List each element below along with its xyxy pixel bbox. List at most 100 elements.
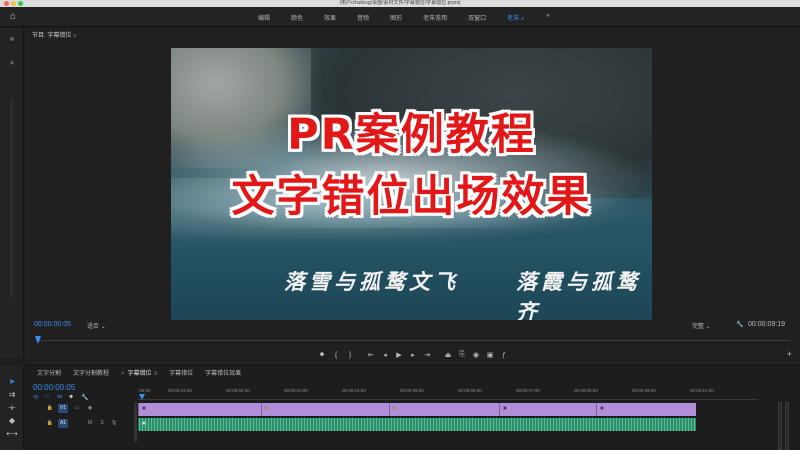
add-marker-icon[interactable]: ⬥: [315, 351, 329, 359]
ruler-tick-6: 00:00:06:00: [458, 388, 482, 393]
wrench-icon[interactable]: 🔧: [736, 321, 743, 328]
workspace-tab-effects[interactable]: 效果: [324, 13, 336, 22]
wrench-icon[interactable]: 🔧: [81, 394, 93, 401]
video-clip[interactable]: ▣: [138, 403, 261, 416]
fx-badge-icon: ■: [265, 405, 268, 410]
nest-icon[interactable]: ⟲: [33, 394, 45, 401]
transport-controls: ⬥ { } ⇤ ◂ ▶ ▸ ⇥ ⏏ ⎘ ◉ ▣ ƒ: [315, 349, 511, 361]
monitor-scrubber[interactable]: [35, 336, 790, 344]
sequence-tab-text-split[interactable]: 文字分割: [37, 368, 61, 377]
workspace-tab-graphics[interactable]: 图形: [390, 13, 402, 22]
monitor-controls: 00:00:00:05 适合 ⌄ 完整 ⌄ 🔧 00:00:09:19: [25, 320, 800, 334]
left-panel-strip: » ⌕: [0, 28, 24, 358]
video-preview[interactable]: PR案例教程 文字错位出场效果 落雪与孤鹜文飞 落霞与孤鹜齐: [171, 48, 652, 320]
timeline-panel: 文字分割 文字分割教程 × 字幕错位 ≡ 字幕错位 字幕错位效果 00:00:00:…: [25, 365, 800, 450]
ruler-tick-0: :00:00: [138, 388, 151, 393]
more-workspaces-button[interactable]: »: [546, 13, 549, 19]
play-icon[interactable]: ▶: [392, 351, 406, 359]
timeline-ruler[interactable]: :00:00 00:00:01:00 00:00:02:00 00:00:03:…: [138, 388, 758, 400]
fx-badge-icon: ▣: [503, 405, 507, 410]
workspace-tab-color[interactable]: 颜色: [291, 13, 303, 22]
workspace-tabs: 编辑 颜色 效果 音频 图形 老朱常用 双窗口 老朱 ≡: [258, 7, 545, 27]
tools-panel: ➤ ⇉ ⟛ ◆ ⟷: [0, 365, 24, 450]
lift-icon[interactable]: ⏏: [441, 351, 455, 359]
eye-icon[interactable]: ◉: [85, 404, 95, 413]
fx-badge-icon: ▣: [142, 405, 146, 410]
solo-button[interactable]: S: [97, 419, 107, 428]
subtitle-right: 落霞与孤鹜齐: [516, 269, 641, 320]
ruler-tick-5: 00:00:05:00: [400, 388, 424, 393]
workspace-tab-laozhu[interactable]: 老朱 ≡: [507, 13, 524, 22]
snap-magnet-icon[interactable]: ∩: [45, 394, 57, 401]
selection-tool-icon[interactable]: ➤: [6, 377, 18, 386]
workspace-tab-laozhu-label: 老朱: [507, 15, 520, 22]
ruler-tick-7: 00:00:07:00: [516, 388, 540, 393]
mark-in-icon[interactable]: {: [329, 352, 343, 359]
video-clip[interactable]: ■: [389, 403, 499, 416]
sequence-tab-text-split-tutorial[interactable]: 文字分割教程: [73, 368, 109, 377]
timeline-timecode[interactable]: 00:00:00:05: [33, 383, 75, 392]
sync-lock-icon[interactable]: ▭: [72, 404, 82, 413]
fx-icon[interactable]: ƒ: [497, 352, 511, 359]
go-to-in-icon[interactable]: ⇤: [364, 351, 378, 359]
timeline-sequence-tabs: 文字分割 文字分割教程 × 字幕错位 ≡ 字幕错位 字幕错位效果: [25, 366, 800, 378]
zoom-fit-select[interactable]: 适合 ⌄: [87, 321, 106, 330]
tab-menu-icon[interactable]: ≡: [154, 371, 158, 377]
search-icon[interactable]: ⌕: [6, 58, 18, 68]
track-header-v1: 🔒 V1 ▭ ◉: [25, 402, 138, 416]
workspace-tab-edit[interactable]: 编辑: [258, 13, 270, 22]
monitor-timecode-duration: 00:00:09:19: [748, 321, 785, 328]
add-marker-icon[interactable]: ⬥: [69, 394, 81, 401]
ruler-tick-3: 00:00:03:00: [284, 388, 308, 393]
close-tab-icon[interactable]: ×: [121, 371, 125, 377]
ruler-tick-10: 00:00:10:00: [690, 388, 714, 393]
lock-icon[interactable]: 🔒: [45, 404, 55, 413]
track-select-tool-icon[interactable]: ⇉: [6, 390, 18, 399]
program-monitor: 节目: 字幕错位 ≡ PR案例教程 文字错位出场效果 落雪与孤鹜文飞 落霞与孤鹜齐…: [25, 28, 800, 364]
fx-badge-icon: ▣: [142, 420, 146, 425]
ruler-baseline: [138, 399, 758, 400]
fx-badge-icon: ▣: [600, 405, 604, 410]
sequence-tab-subtitle-offset-effect[interactable]: 字幕错位效果: [205, 368, 241, 377]
microphone-icon[interactable]: 🎙: [109, 419, 119, 428]
mute-button[interactable]: M: [85, 419, 95, 428]
panel-menu-icon[interactable]: ≡: [73, 33, 76, 39]
workspace-tab-audio[interactable]: 音频: [357, 13, 369, 22]
window-titlebar: /用户/zhuilesg/桌面/素材文件/字幕错位/字幕错位.prproj: [0, 0, 800, 7]
track-source-a1[interactable]: A1: [58, 419, 68, 428]
comparison-view-icon[interactable]: ▣: [483, 351, 497, 359]
chevron-down-icon: ⌄: [100, 324, 106, 330]
ripple-edit-tool-icon[interactable]: ⟛: [6, 403, 18, 413]
step-forward-icon[interactable]: ▸: [406, 351, 420, 359]
export-frame-camera-icon[interactable]: ◉: [469, 351, 483, 359]
video-clip[interactable]: ▣: [596, 403, 696, 416]
sequence-tab-label: 字幕错位: [127, 370, 152, 377]
razor-tool-icon[interactable]: ◆: [6, 416, 18, 425]
playback-quality-select[interactable]: 完整 ⌄: [692, 321, 711, 330]
track-source-v1[interactable]: V1: [58, 404, 68, 413]
audio-meters: [776, 402, 792, 450]
mark-out-icon[interactable]: }: [343, 352, 357, 359]
video-clip[interactable]: ▣: [499, 403, 596, 416]
home-icon[interactable]: ⌂: [7, 11, 19, 23]
panel-scrollbar[interactable]: [10, 98, 13, 298]
step-back-icon[interactable]: ◂: [378, 351, 392, 359]
hamburger-menu-icon[interactable]: ≡: [521, 16, 524, 22]
button-editor-plus-icon[interactable]: +: [787, 349, 792, 359]
expand-panel-icon[interactable]: »: [6, 34, 18, 44]
window-title: /用户/zhuilesg/桌面/素材文件/字幕错位/字幕错位.prproj: [339, 0, 461, 6]
workspace-tab-laozhu-common[interactable]: 老朱常用: [423, 13, 447, 22]
sequence-tab-subtitle-offset[interactable]: 字幕错位: [169, 368, 193, 377]
chevron-down-icon: ⌄: [705, 324, 711, 330]
go-to-out-icon[interactable]: ⇥: [420, 351, 434, 359]
video-clip[interactable]: ■: [261, 403, 389, 416]
monitor-timecode-current[interactable]: 00:00:00:05: [34, 321, 71, 328]
linked-selection-icon[interactable]: ⟗: [57, 394, 69, 401]
workspace-tab-dual-window[interactable]: 双窗口: [468, 13, 486, 22]
extract-icon[interactable]: ⎘: [455, 351, 469, 359]
slip-tool-icon[interactable]: ⟷: [6, 429, 18, 438]
program-monitor-tab[interactable]: 节目: 字幕错位 ≡: [32, 30, 76, 39]
lock-icon[interactable]: 🔒: [45, 419, 55, 428]
sequence-tab-subtitle-offset-active[interactable]: × 字幕错位 ≡: [121, 368, 157, 377]
audio-clip[interactable]: ▣: [138, 418, 696, 431]
